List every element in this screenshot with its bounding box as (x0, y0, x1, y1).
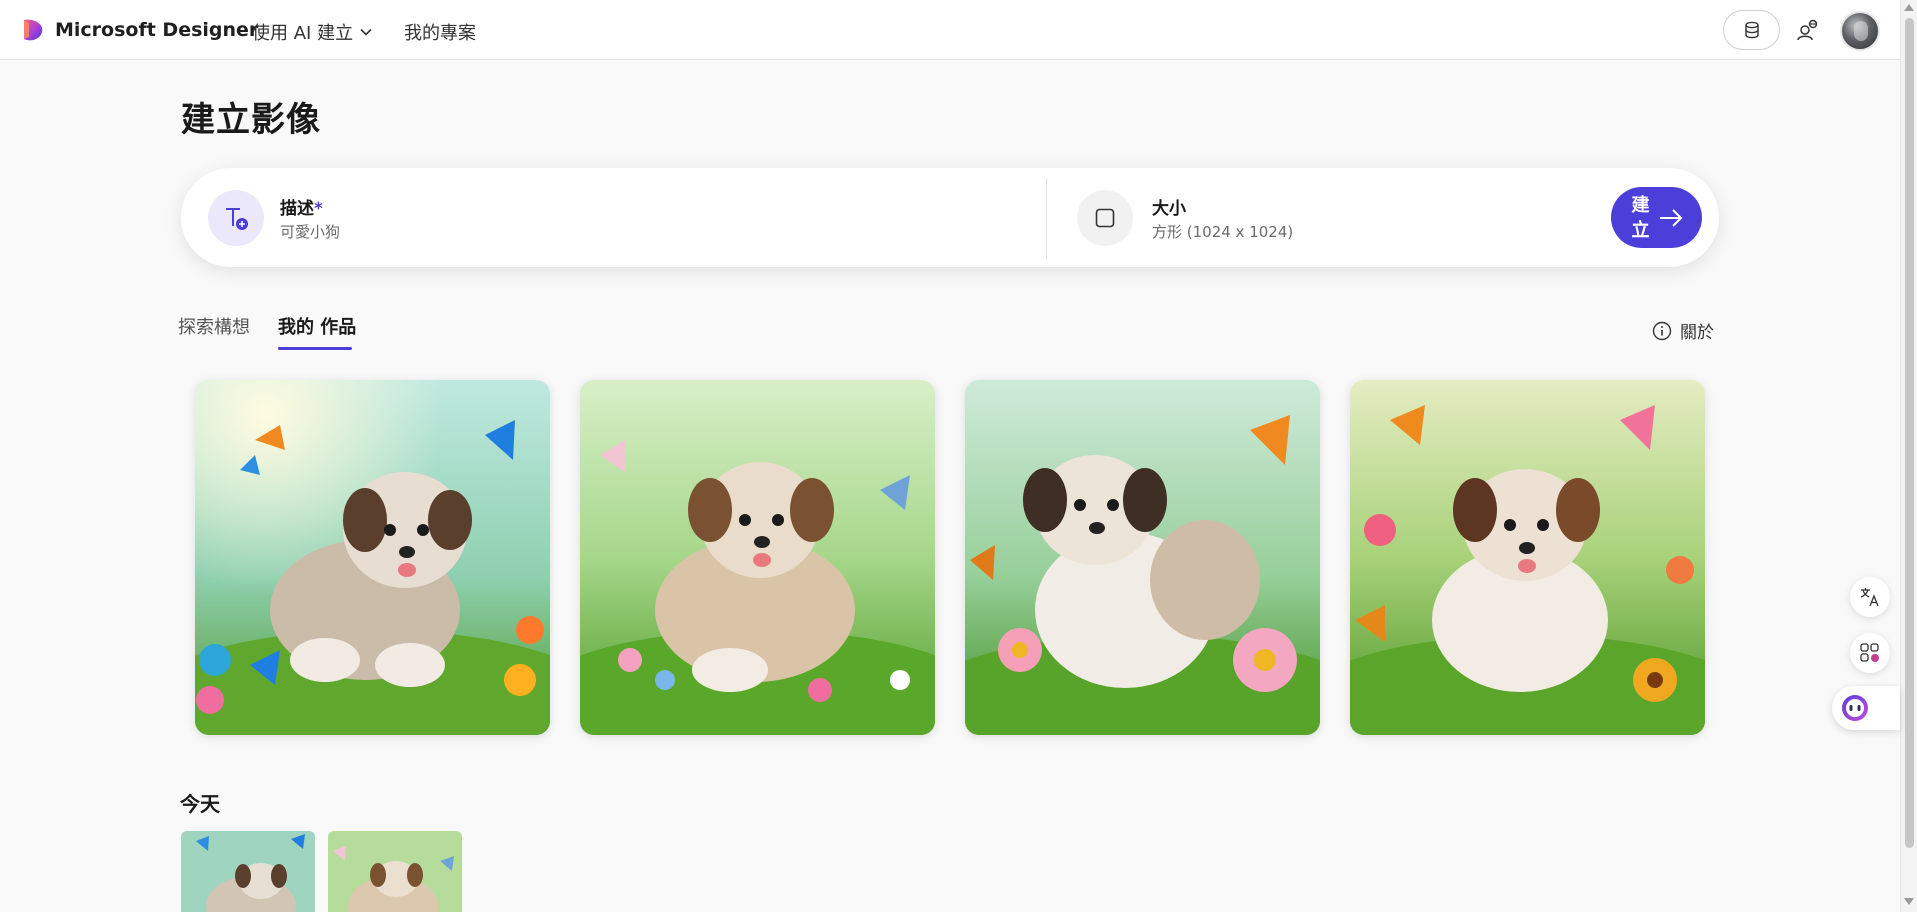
designer-logo-icon[interactable] (20, 17, 46, 43)
description-input[interactable]: 可愛小狗 (280, 221, 340, 242)
tab-explore-ideas[interactable]: 探索構想 (178, 313, 250, 339)
history-thumbnail-1[interactable] (181, 831, 315, 912)
result-image-1[interactable] (195, 380, 550, 735)
result-image-3[interactable] (965, 380, 1320, 735)
create-button-label: 建立 (1631, 194, 1650, 241)
translate-button[interactable] (1850, 577, 1890, 617)
prompt-divider (1046, 178, 1047, 258)
nav-my-projects[interactable]: 我的專案 (404, 19, 476, 45)
history-thumbnail-2[interactable] (328, 831, 462, 912)
size-label: 大小 (1152, 199, 1186, 219)
top-bar: Microsoft Designer 使用 AI 建立 我的專案 (0, 0, 1900, 60)
copilot-button[interactable] (1832, 686, 1900, 730)
size-selector[interactable]: 方形 (1024 x 1024) (1152, 221, 1293, 242)
puppy-image-1 (195, 380, 550, 735)
avatar[interactable] (1840, 11, 1880, 51)
nav-create-with-ai[interactable]: 使用 AI 建立 (252, 19, 373, 45)
prompt-card: 描述* 可愛小狗 大小 方形 (1024 x 1024) 建立 (181, 168, 1719, 267)
result-image-2[interactable] (580, 380, 935, 735)
history-thumbnail-2-image (328, 831, 462, 912)
apps-icon (1860, 643, 1879, 662)
coins-icon (1744, 21, 1759, 39)
active-tab-indicator (278, 347, 352, 350)
description-label-text: 描述 (280, 199, 314, 219)
scroll-up-arrow-icon[interactable] (1904, 4, 1914, 11)
credits-button[interactable] (1723, 10, 1780, 50)
puppy-image-2 (580, 380, 935, 735)
apps-button[interactable] (1850, 633, 1890, 673)
puppy-image-4 (1350, 380, 1705, 735)
nav-create-with-ai-label: 使用 AI 建立 (252, 23, 354, 44)
page-title: 建立影像 (181, 100, 321, 140)
square-size-icon[interactable] (1077, 190, 1133, 246)
history-thumbnail-1-image (181, 831, 315, 912)
scrollbar-thumb[interactable] (1905, 18, 1914, 848)
copilot-icon (1842, 695, 1868, 721)
text-add-icon (208, 190, 264, 246)
brand-name[interactable]: Microsoft Designer (55, 19, 258, 41)
puppy-image-3 (965, 380, 1320, 735)
description-label: 描述* (280, 194, 323, 219)
required-mark: * (314, 199, 323, 219)
about-label: 關於 (1680, 323, 1714, 343)
arrow-right-icon (1659, 208, 1682, 227)
share-people-icon[interactable] (1796, 18, 1820, 42)
scroll-down-arrow-icon[interactable] (1904, 898, 1914, 905)
about-button[interactable]: 關於 (1652, 318, 1714, 343)
chevron-down-icon (360, 28, 372, 36)
result-image-4[interactable] (1350, 380, 1705, 735)
translate-icon (1860, 588, 1879, 607)
create-button[interactable]: 建立 (1611, 187, 1702, 248)
tab-my-creations[interactable]: 我的 作品 (278, 313, 356, 339)
history-heading: 今天 (180, 792, 220, 816)
info-icon (1652, 321, 1672, 340)
page-scrollbar[interactable] (1900, 0, 1917, 912)
